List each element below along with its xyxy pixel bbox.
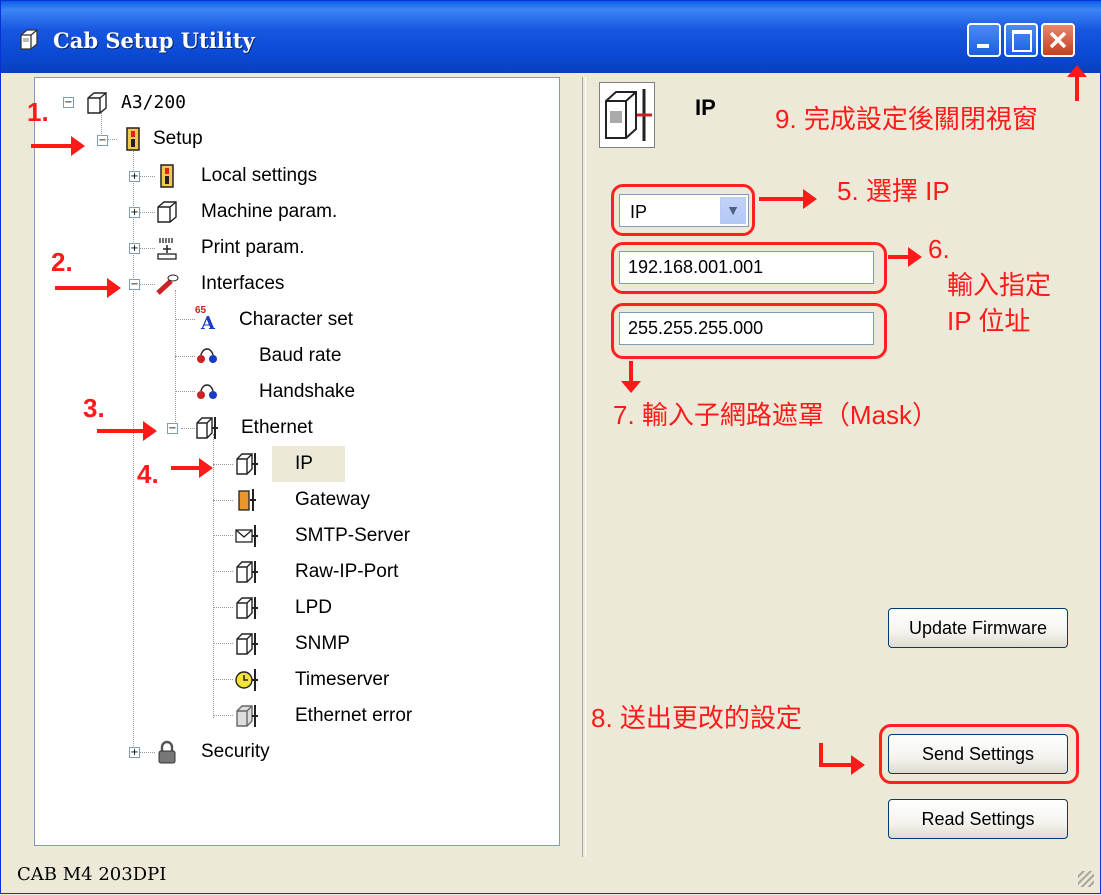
annotation-arrow-7-head	[621, 381, 641, 393]
tree-label-baud-rate: Baud rate	[259, 345, 342, 366]
annotation-step-8: 8. 送出更改的設定	[591, 703, 802, 733]
tree-label-setup: Setup	[153, 128, 203, 149]
minimize-icon	[977, 44, 989, 48]
gateway-icon	[238, 489, 256, 511]
tree-label-timeserver: Timeserver	[295, 669, 390, 690]
lock-icon	[158, 740, 176, 764]
tree-label-handshake: Handshake	[259, 381, 356, 402]
local-settings-icon	[160, 164, 174, 188]
annotation-arrow-5	[759, 189, 817, 209]
ip-icon	[236, 453, 258, 475]
close-button[interactable]	[1041, 23, 1075, 57]
character-set-icon: 65 A	[195, 305, 219, 334]
tree-label-gateway: Gateway	[295, 489, 370, 510]
tree-label-interfaces: Interfaces	[201, 273, 285, 294]
mail-icon	[235, 525, 258, 547]
annotation-step-6-number: 6.	[928, 234, 950, 264]
annotation-step-9: 9. 完成設定後關閉視窗	[775, 104, 1038, 134]
highlight-mask-input	[611, 303, 887, 359]
baud-rate-icon	[197, 348, 217, 363]
print-param-icon	[157, 238, 177, 260]
expander-machine-param[interactable]: +	[129, 207, 140, 218]
handshake-icon	[197, 384, 217, 399]
read-settings-button[interactable]: Read Settings	[888, 799, 1068, 839]
tree-label-ethernet-error: Ethernet error	[295, 705, 413, 726]
tree-label-machine-param: Machine param.	[201, 201, 338, 222]
device-tree[interactable]: − − + + + − − + A3/200 Setup Local setti…	[34, 77, 560, 846]
tree-label-character-set: Character set	[239, 309, 354, 330]
expander-root[interactable]: −	[63, 97, 74, 108]
annotation-arrow-4	[171, 458, 213, 478]
window-title: Cab Setup Utility	[53, 28, 255, 53]
annotation-arrow-7	[629, 361, 633, 383]
annotation-arrow-9-head	[1067, 65, 1087, 77]
snmp-icon	[236, 633, 258, 655]
annotation-step-7: 7. 輸入子網路遮罩（Mask）	[613, 400, 939, 430]
app-icon	[20, 29, 38, 50]
title-bar[interactable]: Cab Setup Utility	[1, 1, 1101, 73]
printer-icon	[87, 92, 107, 114]
tree-label-snmp: SNMP	[295, 633, 350, 654]
resize-grip-icon[interactable]	[1078, 871, 1094, 887]
minimize-button[interactable]	[967, 23, 1001, 57]
annotation-step-3: 3.	[83, 393, 105, 423]
highlight-protocol-select	[611, 184, 755, 236]
panel-splitter[interactable]	[582, 77, 586, 857]
tree-label-ethernet: Ethernet	[241, 417, 313, 438]
machine-icon	[157, 201, 177, 223]
setup-icon	[126, 127, 140, 151]
annotation-step-5: 5. 選擇 IP	[837, 176, 950, 206]
tree-label-lpd: LPD	[295, 597, 332, 618]
tree-label-local-settings: Local settings	[201, 165, 318, 186]
annotation-step-4: 4.	[137, 459, 159, 489]
app-window: Cab Setup Utility − − + + + − − + A3/200…	[0, 0, 1101, 894]
tree-label-smtp-server: SMTP-Server	[295, 525, 411, 546]
expander-local-settings[interactable]: +	[129, 171, 140, 182]
annotation-step-2: 2.	[51, 247, 73, 277]
expander-ethernet[interactable]: −	[167, 423, 178, 434]
annotation-step-1: 1.	[27, 97, 49, 127]
tree-label-print-param: Print param.	[201, 237, 305, 258]
ethernet-icon	[196, 417, 218, 439]
raw-ip-port-icon	[236, 561, 258, 583]
tree-label-raw-ip-port: Raw-IP-Port	[295, 561, 399, 582]
update-firmware-button[interactable]: Update Firmware	[888, 608, 1068, 648]
tree-label-security: Security	[201, 741, 270, 762]
expander-print-param[interactable]: +	[129, 243, 140, 254]
tree-label-root: A3/200	[121, 92, 187, 113]
highlight-ip-input	[611, 242, 887, 294]
annotation-step-6-line1: 輸入指定	[947, 270, 1052, 300]
annotation-arrow-2	[55, 278, 121, 298]
close-icon	[1049, 31, 1067, 49]
annotation-arrow-1	[31, 136, 85, 156]
expander-interfaces[interactable]: −	[129, 279, 140, 290]
maximize-icon	[1012, 30, 1032, 52]
expander-security[interactable]: +	[129, 747, 140, 758]
page-title: IP	[695, 95, 716, 120]
clock-icon	[235, 669, 258, 691]
annotation-arrow-9	[1075, 75, 1079, 101]
maximize-button[interactable]	[1004, 23, 1038, 57]
ip-large-icon	[599, 82, 655, 148]
character-set-icon-glyph: A	[201, 313, 215, 334]
annotation-arrow-3	[97, 421, 157, 441]
annotation-arrow-6	[888, 247, 922, 267]
lpd-icon	[236, 597, 258, 619]
annotation-arrow-8	[819, 755, 865, 775]
highlight-send-settings	[879, 724, 1079, 784]
expander-setup[interactable]: −	[97, 135, 108, 146]
plug-icon	[156, 274, 179, 295]
tree-label-ip: IP	[295, 453, 313, 474]
annotation-step-6-line2: IP 位址	[947, 306, 1031, 336]
ethernet-error-icon	[236, 705, 258, 727]
status-text: CAB M4 203DPI	[17, 864, 167, 885]
